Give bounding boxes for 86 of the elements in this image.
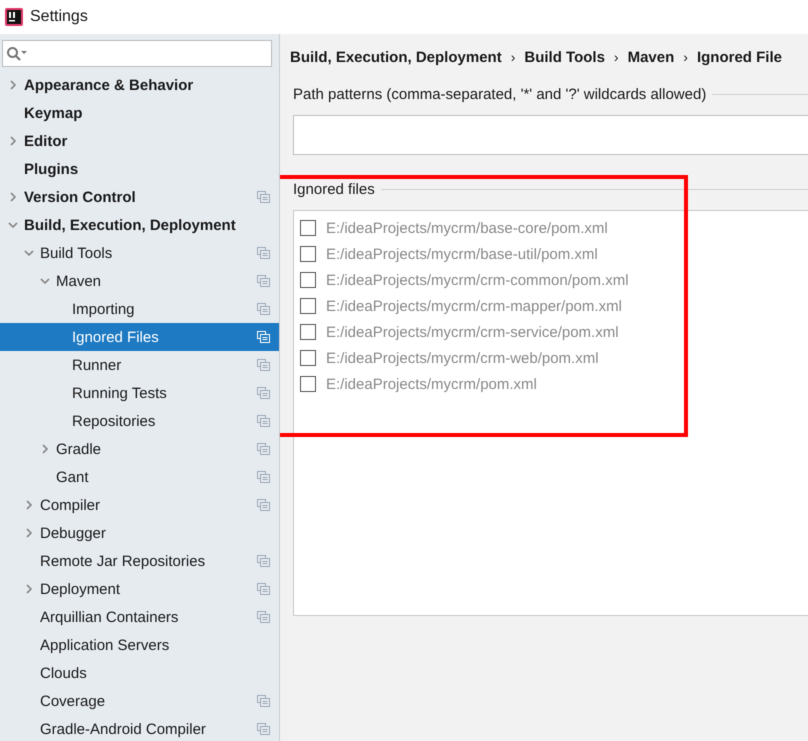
tree-item-label: Compiler: [40, 496, 100, 514]
tree-item-label: Remote Jar Repositories: [40, 552, 206, 570]
tree-item[interactable]: Gradle-Android Compiler: [0, 715, 279, 741]
tree-item[interactable]: Runner: [0, 351, 279, 379]
tree-item[interactable]: Plugins: [0, 155, 279, 183]
tree-item-label: Gradle-Android Compiler: [40, 720, 206, 738]
file-path: E:/ideaProjects/mycrm/crm-common/pom.xml: [326, 272, 629, 288]
tree-item-label: Maven: [56, 272, 102, 290]
tree-item[interactable]: Compiler: [0, 491, 279, 519]
tree-item-label: Deployment: [40, 580, 120, 598]
tree-item[interactable]: Remote Jar Repositories: [0, 547, 279, 575]
tree-item-label: Repositories: [72, 412, 156, 430]
tree-item[interactable]: Build, Execution, Deployment: [0, 211, 279, 239]
tree-item[interactable]: Debugger: [0, 519, 279, 547]
breadcrumb-item[interactable]: Maven: [628, 48, 674, 66]
tree-item[interactable]: Maven: [0, 267, 279, 295]
path-patterns-field[interactable]: [293, 115, 808, 155]
breadcrumb-item[interactable]: Build, Execution, Deployment: [290, 48, 502, 66]
chevron-right-icon[interactable]: [24, 584, 34, 594]
tree-item-label: Runner: [72, 356, 122, 374]
tree-item[interactable]: Clouds: [0, 659, 279, 687]
tree-item[interactable]: Repositories: [0, 407, 279, 435]
tree-item-label: Debugger: [40, 524, 106, 542]
tree-item-label: Clouds: [40, 664, 87, 682]
checkbox[interactable]: [300, 376, 316, 392]
tree-item-label: Arquillian Containers: [40, 608, 178, 626]
section-label: Ignored files: [293, 181, 375, 198]
file-path: E:/ideaProjects/mycrm/crm-service/pom.xml: [326, 324, 619, 340]
tree-item-label: Coverage: [40, 692, 106, 710]
chevron-right-icon[interactable]: [24, 528, 34, 538]
window-title: Settings: [30, 8, 88, 26]
tree-item[interactable]: Deployment: [0, 575, 279, 603]
tree-item[interactable]: Gradle: [0, 435, 279, 463]
tree-item-label: Keymap: [24, 104, 82, 122]
checkbox[interactable]: [300, 298, 316, 314]
tree-item[interactable]: Version Control: [0, 183, 279, 211]
chevron-right-icon[interactable]: [8, 80, 18, 90]
chevron-down-icon[interactable]: [40, 276, 50, 286]
tree-item-label: Plugins: [24, 160, 78, 178]
tree-item[interactable]: Importing: [0, 295, 279, 323]
chevron-right-icon[interactable]: [24, 500, 34, 510]
tree-item[interactable]: Editor: [0, 127, 279, 155]
tree-item[interactable]: Build Tools: [0, 239, 279, 267]
chevron-down-icon[interactable]: [24, 248, 34, 258]
breadcrumb-item[interactable]: Build Tools: [524, 48, 605, 66]
tree-item-label: Build Tools: [40, 244, 112, 262]
tree-item-label: Application Servers: [40, 636, 170, 654]
tree-item[interactable]: Running Tests: [0, 379, 279, 407]
app-logo-icon: [5, 8, 23, 26]
tree-item-label: Version Control: [24, 188, 136, 206]
chevron-right-icon[interactable]: [8, 192, 18, 202]
tree-item-label: Appearance & Behavior: [24, 76, 194, 94]
tree-item-label: Gradle: [56, 440, 102, 458]
tree-item[interactable]: Coverage: [0, 687, 279, 715]
search-icon: [6, 46, 28, 62]
breadcrumb-separator: ›: [510, 49, 516, 65]
breadcrumb-separator: ›: [614, 49, 619, 65]
file-path: E:/ideaProjects/mycrm/crm-web/pom.xml: [326, 350, 599, 366]
file-path: E:/ideaProjects/mycrm/pom.xml: [326, 376, 537, 392]
file-path: E:/ideaProjects/mycrm/crm-mapper/pom.xml: [326, 298, 622, 314]
checkbox[interactable]: [300, 246, 316, 262]
file-path: E:/ideaProjects/mycrm/base-util/pom.xml: [326, 246, 598, 262]
tree-item-label: Gant: [56, 468, 89, 486]
tree-item[interactable]: Gant: [0, 463, 279, 491]
tree-item[interactable]: Arquillian Containers: [0, 603, 279, 631]
tree-item-label: Editor: [24, 132, 68, 150]
tree-item-label: Importing: [72, 300, 135, 318]
tree-item[interactable]: Appearance & Behavior: [0, 71, 279, 99]
section-label: Path patterns (comma-separated, '*' and '?' wildcards allowed): [293, 86, 706, 103]
file-path: E:/ideaProjects/mycrm/base-core/pom.xml: [326, 220, 608, 236]
tree-item-label: Running Tests: [72, 384, 167, 402]
chevron-down-icon[interactable]: [8, 220, 18, 230]
tree-item[interactable]: Keymap: [0, 99, 279, 127]
breadcrumb-item[interactable]: Ignored File: [696, 48, 782, 66]
search-field[interactable]: [2, 40, 272, 67]
chevron-right-icon[interactable]: [40, 444, 50, 454]
breadcrumb-separator: ›: [683, 49, 688, 65]
tree-item[interactable]: Application Servers: [0, 631, 279, 659]
tree-item[interactable]: Ignored Files: [0, 323, 279, 351]
checkbox[interactable]: [300, 324, 316, 340]
checkbox[interactable]: [300, 350, 316, 366]
checkbox[interactable]: [300, 220, 316, 236]
tree-item-label: Build, Execution, Deployment: [24, 216, 236, 234]
tree-item-label: Ignored Files: [72, 328, 159, 346]
chevron-right-icon[interactable]: [8, 136, 18, 146]
checkbox[interactable]: [300, 272, 316, 288]
